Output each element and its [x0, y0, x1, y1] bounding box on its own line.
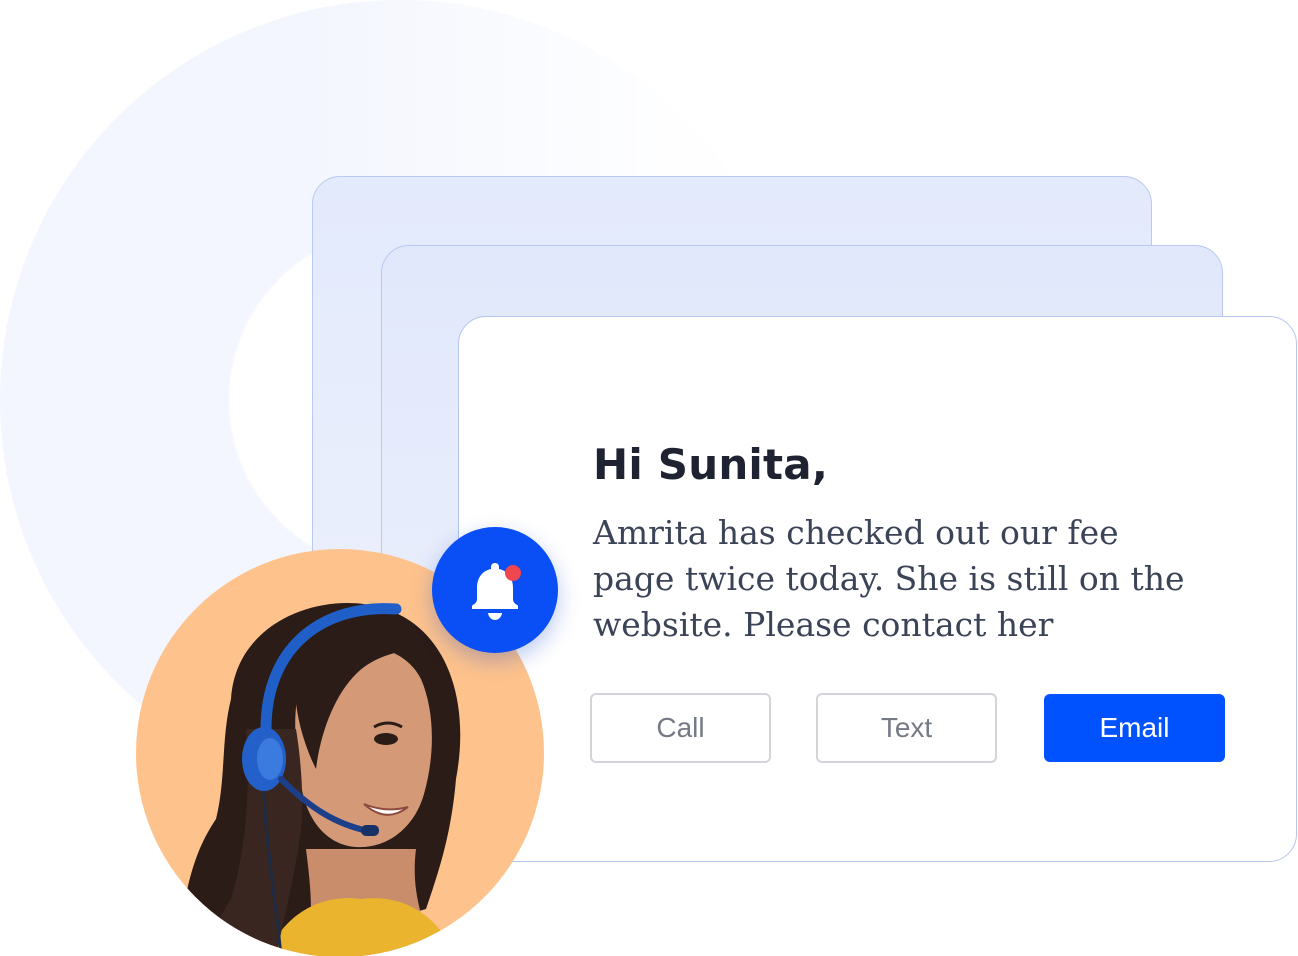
greeting-heading: Hi Sunita, [593, 440, 828, 489]
unread-dot-icon [505, 565, 521, 581]
notification-illustration: Hi Sunita, Amrita has checked out our fe… [0, 0, 1298, 956]
call-button[interactable]: Call [590, 693, 771, 763]
bell-icon [472, 563, 521, 620]
notification-bell-badge[interactable] [432, 527, 558, 653]
text-button[interactable]: Text [816, 693, 997, 763]
email-button[interactable]: Email [1044, 694, 1225, 762]
notification-message: Amrita has checked out our fee page twic… [593, 513, 1185, 644]
